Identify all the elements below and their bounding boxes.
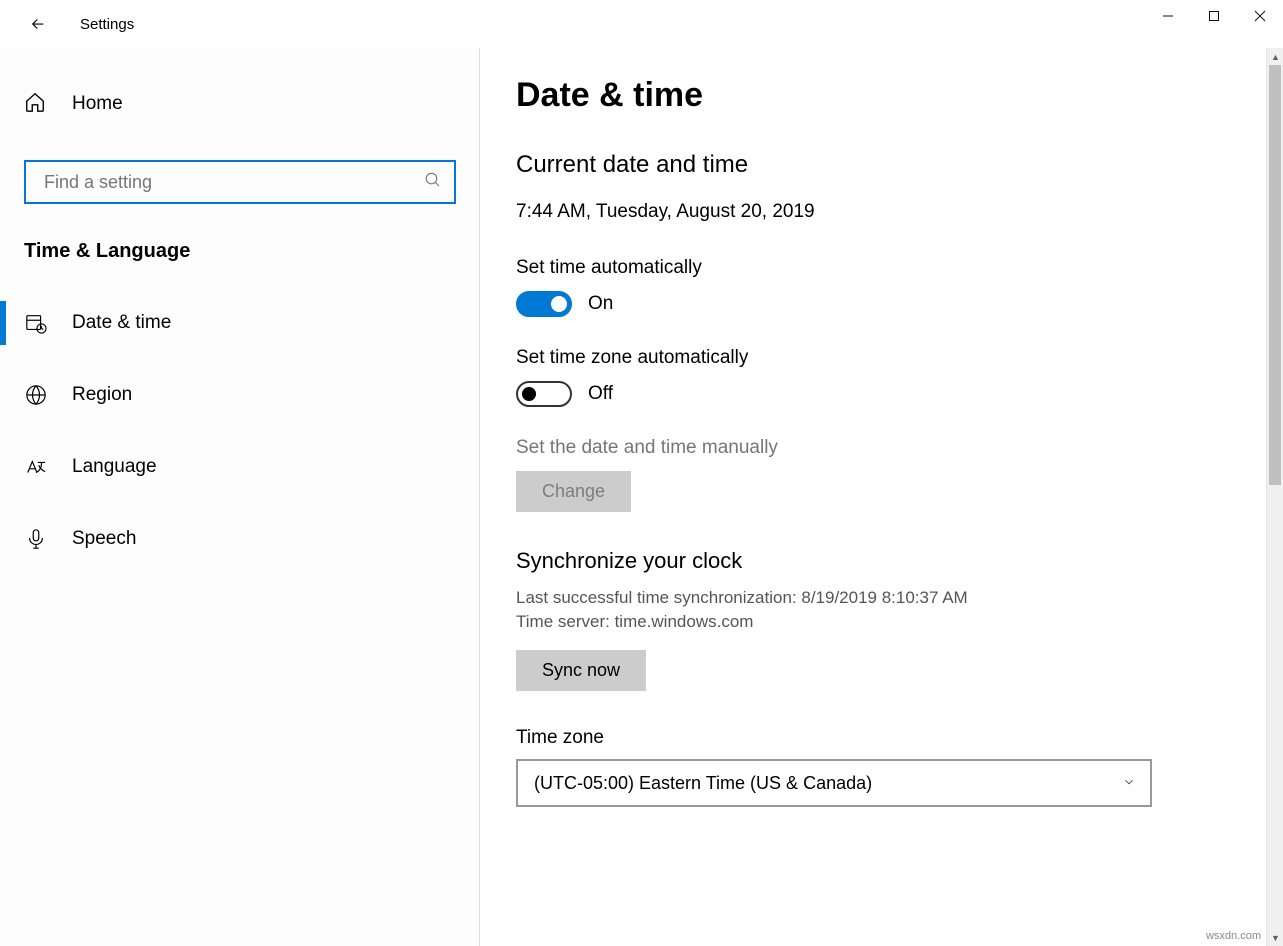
set-time-auto-state: On [588,293,613,315]
set-time-auto-label: Set time automatically [516,257,1247,279]
sync-heading: Synchronize your clock [516,548,1247,574]
sync-last-success: Last successful time synchronization: 8/… [516,588,1247,608]
timezone-value: (UTC-05:00) Eastern Time (US & Canada) [534,773,872,794]
manual-set-label: Set the date and time manually [516,437,1247,459]
search-input[interactable] [44,172,424,193]
sidebar-item-language[interactable]: Language [0,439,479,495]
sidebar-item-label: Language [72,456,157,478]
window-title: Settings [80,16,134,33]
home-nav[interactable]: Home [0,80,479,128]
arrow-left-icon [29,15,47,33]
main-content: Date & time Current date and time 7:44 A… [480,48,1283,946]
sidebar-item-region[interactable]: Region [0,367,479,423]
current-date-value: 7:44 AM, Tuesday, August 20, 2019 [516,201,1247,223]
current-date-heading: Current date and time [516,151,1247,179]
scroll-down-arrow[interactable]: ▼ [1267,929,1283,946]
back-button[interactable] [18,4,58,44]
timezone-dropdown[interactable]: (UTC-05:00) Eastern Time (US & Canada) [516,759,1152,807]
vertical-scrollbar[interactable]: ▲ ▼ [1266,48,1283,946]
globe-icon [24,384,48,406]
home-icon [24,91,48,118]
sidebar-item-label: Date & time [72,312,171,334]
titlebar: Settings [0,0,1283,48]
page-title: Date & time [516,76,1247,115]
scroll-thumb[interactable] [1269,65,1281,485]
maximize-icon [1208,10,1220,22]
calendar-clock-icon [24,312,48,334]
search-box[interactable] [24,160,456,204]
search-icon [424,171,442,194]
minimize-button[interactable] [1145,0,1191,32]
minimize-icon [1162,10,1174,22]
scroll-up-arrow[interactable]: ▲ [1267,48,1283,65]
sidebar-item-date-time[interactable]: Date & time [0,295,479,351]
set-time-auto-toggle[interactable] [516,291,572,317]
sidebar-item-speech[interactable]: Speech [0,511,479,567]
sidebar-item-label: Speech [72,528,136,550]
sync-now-button[interactable]: Sync now [516,650,646,691]
category-heading: Time & Language [0,240,479,263]
change-button[interactable]: Change [516,471,631,512]
set-tz-auto-state: Off [588,383,613,405]
sidebar: Home Time & Language Date & time Region [0,48,480,946]
chevron-down-icon [1122,773,1136,794]
language-icon [24,456,48,478]
timezone-label: Time zone [516,727,1247,749]
window-controls [1145,0,1283,32]
maximize-button[interactable] [1191,0,1237,32]
set-tz-auto-toggle[interactable] [516,381,572,407]
set-tz-auto-label: Set time zone automatically [516,347,1247,369]
microphone-icon [24,528,48,550]
sync-server: Time server: time.windows.com [516,612,1247,632]
watermark: wsxdn.com [1206,930,1261,942]
close-button[interactable] [1237,0,1283,32]
close-icon [1254,10,1266,22]
sidebar-item-label: Region [72,384,132,406]
home-label: Home [72,93,123,115]
